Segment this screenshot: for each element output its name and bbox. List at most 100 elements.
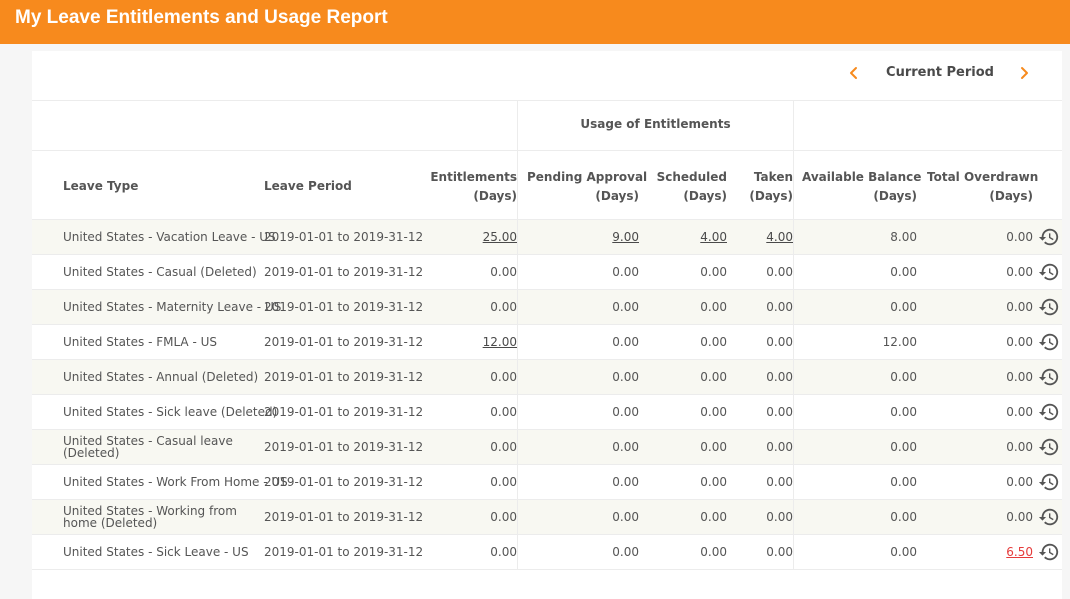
pending-approval-value: 0.00: [612, 370, 639, 384]
chevron-left-icon[interactable]: [846, 64, 862, 82]
leave-period-cell: 2019-01-01 to 2019-31-12: [264, 440, 424, 454]
col-header-scheduled: Scheduled (Days): [656, 170, 727, 203]
total-overdrawn-value: 0.00: [1006, 265, 1033, 279]
available-balance-cell: 0.00: [802, 535, 917, 569]
total-overdrawn-value: 0.00: [1006, 510, 1033, 524]
scheduled-link[interactable]: 4.00: [700, 231, 727, 243]
entitlements-cell: 0.00: [427, 430, 517, 464]
scheduled-cell: 0.00: [652, 535, 727, 569]
pending-approval-value: 0.00: [612, 265, 639, 279]
available-balance-value: 0.00: [890, 370, 917, 384]
available-balance-cell: 0.00: [802, 255, 917, 289]
pending-approval-value: 0.00: [612, 475, 639, 489]
total-overdrawn-cell: 0.00: [927, 500, 1033, 534]
taken-cell: 0.00: [732, 325, 793, 359]
entitlements-value: 0.00: [490, 405, 517, 419]
pending-approval-cell: 0.00: [527, 535, 639, 569]
leave-period-cell: 2019-01-01 to 2019-31-12: [264, 230, 424, 244]
taken-value: 0.00: [766, 510, 793, 524]
total-overdrawn-value: 0.00: [1006, 335, 1033, 349]
history-icon[interactable]: [1038, 506, 1060, 528]
total-overdrawn-link[interactable]: 6.50: [1006, 546, 1033, 558]
entitlements-value: 0.00: [490, 370, 517, 384]
scheduled-value: 0.00: [700, 265, 727, 279]
leave-period-cell: 2019-01-01 to 2019-31-12: [264, 510, 424, 524]
scheduled-value: 0.00: [700, 405, 727, 419]
total-overdrawn-cell: 6.50: [927, 535, 1033, 569]
pending-approval-value: 0.00: [612, 335, 639, 349]
available-balance-value: 0.00: [890, 300, 917, 314]
taken-value: 0.00: [766, 370, 793, 384]
available-balance-cell: 8.00: [802, 220, 917, 254]
leave-period-cell: 2019-01-01 to 2019-31-12: [264, 300, 424, 314]
available-balance-value: 0.00: [890, 545, 917, 559]
leave-type-cell: United States - Sick leave (Deleted): [63, 405, 278, 419]
table-row: United States - FMLA - US 2019-01-01 to 2…: [32, 325, 1062, 360]
pending-approval-cell: 0.00: [527, 325, 639, 359]
history-icon[interactable]: [1038, 226, 1060, 248]
scheduled-cell: 0.00: [652, 360, 727, 394]
available-balance-value: 12.00: [882, 335, 917, 349]
history-icon[interactable]: [1038, 436, 1060, 458]
leave-type-cell: United States - Casual (Deleted): [63, 265, 257, 279]
taken-value: 0.00: [766, 405, 793, 419]
period-navigator: Current Period: [32, 51, 1062, 101]
history-icon[interactable]: [1038, 471, 1060, 493]
total-overdrawn-cell: 0.00: [927, 430, 1033, 464]
entitlements-value: 0.00: [490, 300, 517, 314]
leave-period-cell: 2019-01-01 to 2019-31-12: [264, 545, 424, 559]
taken-cell: 0.00: [732, 360, 793, 394]
entitlements-cell: 12.00: [427, 325, 517, 359]
pending-approval-link[interactable]: 9.00: [612, 231, 639, 243]
leave-type-cell: United States - Casual leave (Deleted): [63, 434, 233, 460]
scheduled-cell: 0.00: [652, 500, 727, 534]
taken-cell: 0.00: [732, 535, 793, 569]
taken-cell: 0.00: [732, 500, 793, 534]
taken-value: 0.00: [766, 300, 793, 314]
history-icon[interactable]: [1038, 366, 1060, 388]
table-row: United States - Casual (Deleted) 2019-01-…: [32, 255, 1062, 290]
chevron-right-icon[interactable]: [1016, 64, 1032, 82]
entitlements-cell: 0.00: [427, 465, 517, 499]
col-header-entitlements: Entitlements (Days): [430, 170, 517, 203]
taken-link[interactable]: 4.00: [766, 231, 793, 243]
history-icon[interactable]: [1038, 331, 1060, 353]
available-balance-cell: 0.00: [802, 395, 917, 429]
pending-approval-cell: 0.00: [527, 395, 639, 429]
pending-approval-value: 0.00: [612, 510, 639, 524]
taken-cell: 0.00: [732, 255, 793, 289]
col-header-total-overdrawn: Total Overdrawn (Days): [927, 170, 1039, 203]
table-row: United States - Vacation Leave - US 2019-…: [32, 220, 1062, 255]
pending-approval-cell: 0.00: [527, 290, 639, 324]
leave-type-cell: United States - Working from home (Delet…: [63, 504, 237, 530]
scheduled-cell: 0.00: [652, 465, 727, 499]
total-overdrawn-cell: 0.00: [927, 360, 1033, 394]
scheduled-cell: 0.00: [652, 395, 727, 429]
history-icon[interactable]: [1038, 401, 1060, 423]
table-column-header: Leave Type Leave Period Entitlements (Day…: [32, 151, 1062, 220]
pending-approval-value: 0.00: [612, 545, 639, 559]
available-balance-value: 0.00: [890, 405, 917, 419]
table-row: United States - Maternity Leave - US 2019…: [32, 290, 1062, 325]
history-icon[interactable]: [1038, 541, 1060, 563]
available-balance-value: 0.00: [890, 510, 917, 524]
available-balance-cell: 0.00: [802, 290, 917, 324]
total-overdrawn-value: 0.00: [1006, 370, 1033, 384]
available-balance-value: 0.00: [890, 475, 917, 489]
period-label: Current Period: [886, 65, 994, 80]
history-icon[interactable]: [1038, 261, 1060, 283]
available-balance-cell: 0.00: [802, 360, 917, 394]
history-icon[interactable]: [1038, 296, 1060, 318]
available-balance-value: 8.00: [890, 230, 917, 244]
entitlements-link[interactable]: 12.00: [483, 336, 517, 348]
table-group-header: Usage of Entitlements: [32, 101, 1062, 151]
entitlements-value: 0.00: [490, 475, 517, 489]
taken-cell: 0.00: [732, 395, 793, 429]
col-header-pending-approval: Pending Approval (Days): [527, 170, 648, 203]
taken-cell: 0.00: [732, 290, 793, 324]
leave-type-cell: United States - Sick Leave - US: [63, 545, 249, 559]
leave-type-cell: United States - Vacation Leave - US: [63, 230, 276, 244]
total-overdrawn-cell: 0.00: [927, 255, 1033, 289]
entitlements-link[interactable]: 25.00: [483, 231, 517, 243]
scheduled-cell: 0.00: [652, 430, 727, 464]
